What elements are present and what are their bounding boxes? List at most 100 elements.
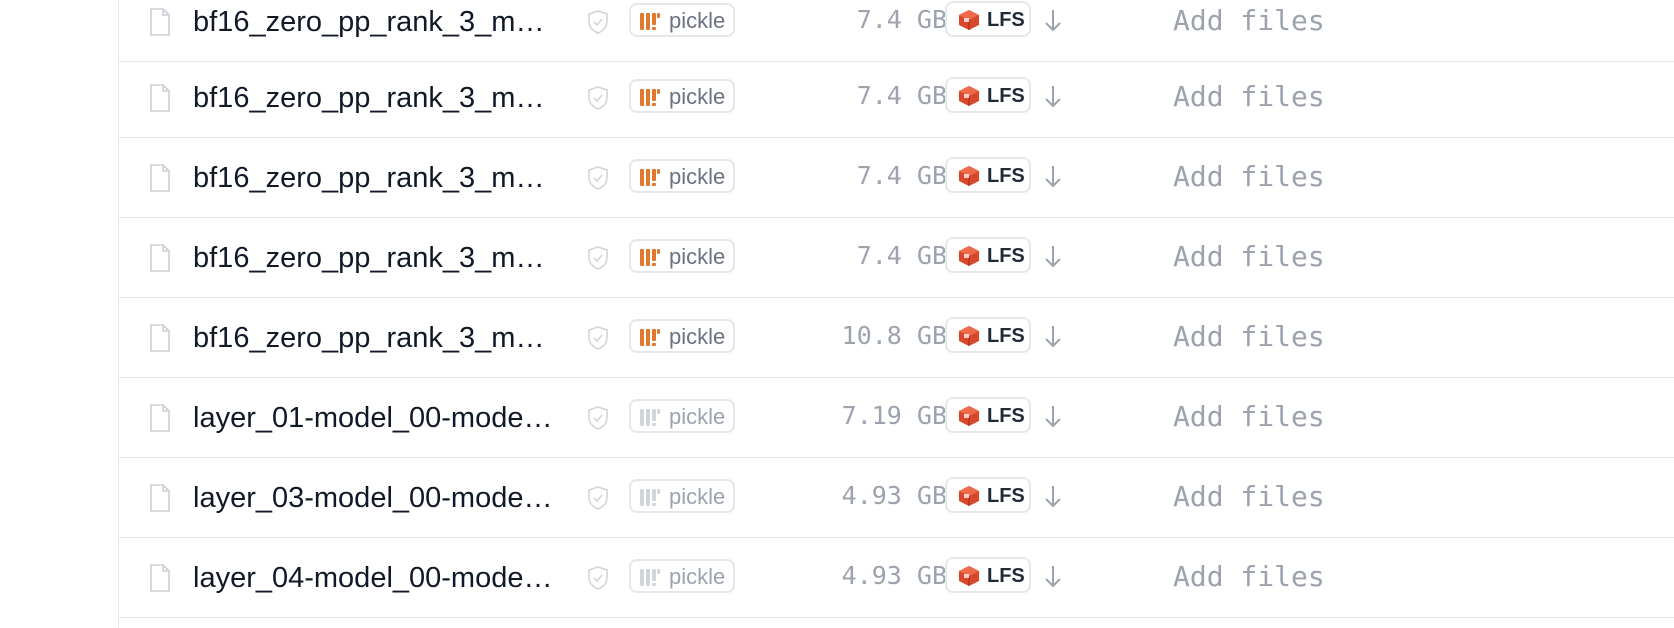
shield-check-icon[interactable]	[587, 10, 609, 34]
file-icon	[150, 324, 170, 352]
shield-check-icon[interactable]	[587, 86, 609, 110]
pickle-badge[interactable]: pickle	[629, 79, 735, 113]
pickle-label: pickle	[669, 324, 726, 349]
arrow-down-icon[interactable]	[1043, 84, 1063, 110]
lfs-badge[interactable]: LFS	[945, 557, 1031, 593]
file-size: 7.19 GB	[841, 401, 947, 430]
commit-message-link[interactable]: Add files	[1173, 80, 1325, 114]
pickle-icon	[640, 13, 660, 30]
file-icon	[150, 404, 170, 432]
pickle-label: pickle	[669, 564, 726, 589]
shield-check-icon[interactable]	[587, 406, 609, 430]
commit-message-link[interactable]: Add files	[1173, 400, 1325, 434]
arrow-down-icon[interactable]	[1043, 244, 1063, 270]
lfs-label: LFS	[987, 165, 1025, 187]
pickle-badge[interactable]: pickle	[629, 399, 735, 433]
file-row[interactable]: bf16_zero_pp_rank_3_m… pickle 7.4 GB LFS…	[119, 138, 1674, 218]
file-size: 4.93 GB	[841, 481, 947, 510]
lfs-badge[interactable]: LFS	[945, 237, 1031, 273]
file-name-link[interactable]: layer_03-model_00-mode…	[193, 480, 573, 516]
arrow-down-icon[interactable]	[1043, 164, 1063, 190]
lfs-cube-icon	[959, 86, 979, 106]
shield-check-icon[interactable]	[587, 486, 609, 510]
file-icon	[150, 484, 170, 512]
file-row[interactable]: layer_04-model_00-mode… pickle 4.93 GB L…	[119, 538, 1674, 618]
pickle-icon	[640, 169, 660, 186]
commit-message-link[interactable]: Add files	[1173, 560, 1325, 594]
file-size: 7.4 GB	[856, 241, 947, 270]
shield-check-icon[interactable]	[587, 246, 609, 270]
file-size: 4.93 GB	[841, 561, 947, 590]
commit-message-link[interactable]: Add files	[1173, 480, 1325, 514]
file-icon	[150, 8, 170, 36]
arrow-down-icon[interactable]	[1043, 564, 1063, 590]
file-row[interactable]: layer_01-model_00-mode… pickle 7.19 GB L…	[119, 378, 1674, 458]
lfs-cube-icon	[959, 486, 979, 506]
shield-check-icon[interactable]	[587, 166, 609, 190]
lfs-cube-icon	[959, 406, 979, 426]
pickle-badge[interactable]: pickle	[629, 559, 735, 593]
pickle-badge[interactable]: pickle	[629, 479, 735, 513]
commit-message-link[interactable]: Add files	[1173, 240, 1325, 274]
pickle-icon	[640, 409, 660, 426]
file-icon	[150, 564, 170, 592]
lfs-cube-icon	[959, 10, 979, 30]
pickle-badge[interactable]: pickle	[629, 159, 735, 193]
pickle-icon	[640, 569, 660, 586]
pickle-badge[interactable]: pickle	[629, 3, 735, 37]
pickle-icon	[640, 249, 660, 266]
file-icon	[150, 244, 170, 272]
file-icon	[150, 84, 170, 112]
lfs-label: LFS	[987, 245, 1025, 267]
pickle-icon	[640, 489, 660, 506]
file-name-link[interactable]: bf16_zero_pp_rank_3_m…	[193, 160, 573, 196]
lfs-label: LFS	[987, 9, 1025, 31]
lfs-label: LFS	[987, 565, 1025, 587]
arrow-down-icon[interactable]	[1043, 404, 1063, 430]
file-size: 10.8 GB	[841, 321, 947, 350]
commit-message-link[interactable]: Add files	[1173, 320, 1325, 354]
pickle-badge[interactable]: pickle	[629, 239, 735, 273]
file-row[interactable]: layer_03-model_00-mode… pickle 4.93 GB L…	[119, 458, 1674, 538]
pickle-label: pickle	[669, 164, 726, 189]
commit-message-link[interactable]: Add files	[1173, 160, 1325, 194]
file-size: 7.4 GB	[856, 161, 947, 190]
pickle-label: pickle	[669, 484, 726, 509]
shield-check-icon[interactable]	[587, 326, 609, 350]
pickle-badge[interactable]: pickle	[629, 319, 735, 353]
file-name-link[interactable]: bf16_zero_pp_rank_3_m…	[193, 240, 573, 276]
pickle-label: pickle	[669, 8, 726, 33]
lfs-label: LFS	[987, 85, 1025, 107]
file-icon	[150, 164, 170, 192]
file-row[interactable]: bf16_zero_pp_rank_3_m… pickle 7.4 GB LFS…	[119, 0, 1674, 62]
arrow-down-icon[interactable]	[1043, 324, 1063, 350]
file-size: 7.4 GB	[856, 5, 947, 34]
pickle-label: pickle	[669, 84, 726, 109]
lfs-label: LFS	[987, 405, 1025, 427]
pickle-label: pickle	[669, 244, 726, 269]
shield-check-icon[interactable]	[587, 566, 609, 590]
lfs-badge[interactable]: LFS	[945, 1, 1031, 37]
file-name-link[interactable]: bf16_zero_pp_rank_3_m…	[193, 320, 573, 356]
file-name-link[interactable]: bf16_zero_pp_rank_3_m…	[193, 80, 573, 116]
pickle-label: pickle	[669, 404, 726, 429]
lfs-badge[interactable]: LFS	[945, 157, 1031, 193]
lfs-badge[interactable]: LFS	[945, 317, 1031, 353]
lfs-cube-icon	[959, 246, 979, 266]
arrow-down-icon[interactable]	[1043, 484, 1063, 510]
file-name-link[interactable]: layer_04-model_00-mode…	[193, 560, 573, 596]
lfs-badge[interactable]: LFS	[945, 477, 1031, 513]
lfs-cube-icon	[959, 166, 979, 186]
commit-message-link[interactable]: Add files	[1173, 4, 1325, 38]
lfs-badge[interactable]: LFS	[945, 77, 1031, 113]
file-row[interactable]: bf16_zero_pp_rank_3_m… pickle 10.8 GB LF…	[119, 298, 1674, 378]
file-row[interactable]: bf16_zero_pp_rank_3_m… pickle 7.4 GB LFS…	[119, 218, 1674, 298]
lfs-badge[interactable]: LFS	[945, 397, 1031, 433]
pickle-icon	[640, 329, 660, 346]
file-row[interactable]: bf16_zero_pp_rank_3_m… pickle 7.4 GB LFS…	[119, 58, 1674, 138]
arrow-down-icon[interactable]	[1043, 8, 1063, 34]
file-name-link[interactable]: layer_01-model_00-mode…	[193, 400, 573, 436]
file-name-link[interactable]: bf16_zero_pp_rank_3_m…	[193, 4, 573, 40]
file-size: 7.4 GB	[856, 81, 947, 110]
lfs-cube-icon	[959, 326, 979, 346]
